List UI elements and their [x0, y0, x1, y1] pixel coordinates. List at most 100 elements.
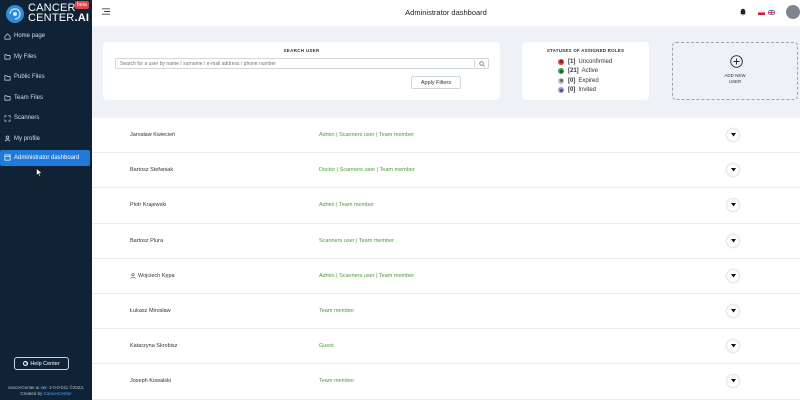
- role-statuses-card: STATUSES OF ASSIGNED ROLES [1] Unconfirm…: [522, 42, 649, 100]
- status-count: [0]: [568, 77, 576, 84]
- chevron-down-icon: [730, 344, 736, 348]
- statuses-title: STATUSES OF ASSIGNED ROLES: [546, 48, 625, 53]
- sidebar-item-admin-dashboard[interactable]: Administrator dashboard: [0, 149, 90, 166]
- status-expired: [0] Expired: [558, 76, 612, 86]
- user-roles: Admin | Team member: [319, 202, 375, 209]
- expand-row-button[interactable]: [727, 340, 739, 353]
- user-roles: Admin | Scanners user | Team member: [319, 272, 415, 279]
- user-name: Joseph Kowalski: [130, 378, 171, 385]
- user-roles: Team member: [319, 307, 355, 314]
- person-icon: [130, 273, 136, 279]
- sidebar-item-public-files[interactable]: Public Files: [0, 67, 92, 87]
- folder-icon: [3, 94, 11, 102]
- expand-row-button[interactable]: [727, 199, 739, 212]
- chevron-down-icon: [730, 238, 736, 243]
- table-row[interactable]: Wojciech Kępa Admin | Scanners user | Te…: [92, 258, 800, 294]
- status-label: Unconfirmed: [578, 58, 613, 65]
- search-input[interactable]: [115, 58, 475, 69]
- user-roles: Scanners user | Team member: [319, 237, 394, 244]
- search-title: SEARCH USER: [283, 48, 320, 53]
- sidebar-item-label: Team Files: [14, 94, 44, 101]
- chevron-down-icon: [730, 168, 736, 172]
- table-row[interactable]: Bartosz Stefaniak Doctor | Scanners user…: [92, 153, 800, 189]
- footer-link[interactable]: CancerCenter: [44, 391, 72, 396]
- user-icon: [3, 135, 11, 143]
- status-count: [21]: [568, 68, 579, 75]
- sidebar-nav: Home page My Files Public Files Team Fil…: [0, 26, 92, 166]
- user-name: Bartosz Stefaniak: [130, 167, 174, 174]
- chevron-down-icon: [730, 308, 736, 313]
- folder-icon: [3, 73, 11, 81]
- user-roles: Guest: [319, 343, 334, 350]
- table-row[interactable]: Bartosz Plura Scanners user | Team membe…: [92, 223, 800, 259]
- sidebar-item-label: Scanners: [14, 115, 40, 122]
- chevron-down-icon: [730, 133, 736, 137]
- table-row[interactable]: Jarosław Kwiecień Admin | Scanners user …: [92, 118, 800, 154]
- user-name: Katarzyna Skrobisz: [130, 343, 178, 350]
- expand-row-button[interactable]: [727, 375, 739, 388]
- chevron-down-icon: [730, 273, 736, 278]
- sidebar-item-label: My profile: [14, 135, 41, 142]
- uk-flag-icon[interactable]: [768, 10, 775, 15]
- table-row[interactable]: Katarzyna Skrobisz Guest: [92, 329, 800, 365]
- status-dot-icon: [558, 87, 564, 94]
- user-name: Jarosław Kwiecień: [130, 132, 176, 138]
- sidebar-footer: cancerCenter.ai ver. 2-0-0-b11 ©2023. Cr…: [0, 385, 92, 397]
- expand-row-button[interactable]: [727, 269, 739, 282]
- sidebar-item-my-profile[interactable]: My profile: [0, 129, 92, 149]
- status-dot-icon: [558, 77, 564, 84]
- search-user-card: SEARCH USER Apply Filters: [103, 42, 500, 100]
- apply-filters-button[interactable]: Apply Filters: [411, 76, 461, 89]
- scanner-icon: [3, 114, 11, 122]
- home-icon: [3, 32, 11, 40]
- sidebar-item-label: Public Files: [14, 74, 45, 81]
- status-count: [1]: [568, 58, 576, 65]
- sidebar-item-scanners[interactable]: Scanners: [0, 108, 92, 128]
- table-row[interactable]: Piotr Krajewski Admin | Team member: [92, 188, 800, 224]
- search-icon: [478, 60, 485, 67]
- status-list: [1] Unconfirmed [21] Active [0] Expired …: [558, 57, 612, 95]
- sidebar-item-label: Administrator dashboard: [14, 154, 80, 161]
- sidebar-item-label: My Files: [14, 53, 37, 60]
- status-active: [21] Active: [558, 67, 612, 77]
- user-roles: Doctor | Scanners user | Team member: [319, 167, 415, 174]
- avatar[interactable]: [786, 5, 800, 19]
- sidebar-item-team-files[interactable]: Team Files: [0, 88, 92, 108]
- sidebar: CANCER CENTER.AI beta Home page My Files…: [0, 0, 92, 400]
- user-roles: Admin | Scanners user | Team member: [319, 132, 415, 138]
- expand-row-button[interactable]: [727, 164, 739, 177]
- bell-icon[interactable]: [739, 8, 747, 16]
- logo-ai: .AI: [74, 11, 90, 24]
- top-bar: Administrator dashboard: [92, 0, 800, 26]
- add-user-label: ADD NEW USER: [673, 73, 797, 85]
- app-logo[interactable]: CANCER CENTER.AI beta: [4, 1, 90, 25]
- status-unconfirmed: [1] Unconfirmed: [558, 57, 612, 67]
- user-name: Bartosz Plura: [130, 237, 164, 244]
- add-user-line2: USER: [728, 79, 742, 84]
- plus-circle-icon: [730, 55, 743, 68]
- footer-created-by: Created by: [20, 391, 43, 396]
- help-center-button[interactable]: ? Help Center: [14, 357, 69, 370]
- table-row[interactable]: Łukasz Mirosław Team member: [92, 293, 800, 330]
- user-roles: Team member: [319, 378, 355, 385]
- status-dot-icon: [558, 68, 564, 75]
- polish-flag-icon[interactable]: [758, 10, 765, 15]
- user-list: Jarosław Kwiecień Admin | Scanners user …: [92, 118, 800, 400]
- dashboard-icon: [3, 154, 11, 162]
- sidebar-item-home[interactable]: Home page: [0, 26, 92, 46]
- expand-row-button[interactable]: [727, 304, 739, 317]
- status-label: Invited: [578, 87, 597, 94]
- chevron-down-icon: [730, 379, 736, 383]
- page-title: Administrator dashboard: [405, 8, 487, 17]
- status-dot-icon: [558, 58, 564, 65]
- expand-row-button[interactable]: [727, 129, 739, 141]
- expand-row-button[interactable]: [727, 234, 739, 247]
- sidebar-item-my-files[interactable]: My Files: [0, 47, 92, 67]
- status-count: [0]: [568, 87, 576, 94]
- search-button[interactable]: [475, 58, 489, 69]
- table-row[interactable]: Joseph Kowalski Team member: [92, 364, 800, 400]
- add-new-user-button[interactable]: ADD NEW USER: [672, 42, 798, 100]
- status-label: Expired: [578, 77, 599, 84]
- sidebar-item-label: Home page: [14, 33, 46, 39]
- status-label: Active: [581, 68, 599, 75]
